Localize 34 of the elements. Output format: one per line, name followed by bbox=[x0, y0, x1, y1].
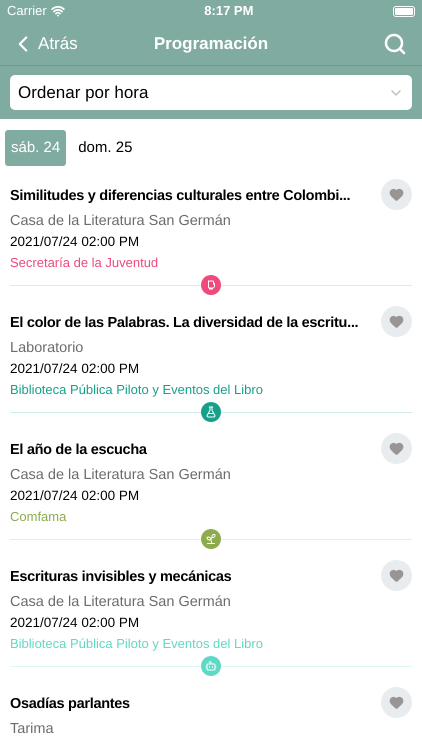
sort-dropdown[interactable]: Ordenar por hora bbox=[10, 75, 412, 110]
event-date: 2021/07/24 02:00 PM bbox=[10, 233, 140, 251]
event-organizer: Comfama bbox=[10, 508, 66, 526]
event-title[interactable]: El color de las Palabras. La diversidad de la escritu... bbox=[10, 312, 358, 334]
sprout-icon bbox=[205, 533, 217, 545]
event-organizer: Biblioteca Pública Piloto y Eventos del Libro bbox=[10, 381, 263, 399]
event-date: 2021/07/24 02:00 PM bbox=[10, 360, 140, 378]
favorite-button[interactable] bbox=[381, 306, 412, 337]
event-date: 2021/07/24 02:00 PM bbox=[10, 614, 140, 632]
battery-icon bbox=[393, 6, 415, 16]
event-venue: Casa de la Literatura San Germán bbox=[10, 212, 231, 231]
flask-icon bbox=[205, 406, 217, 418]
robot-icon bbox=[205, 660, 217, 672]
event-venue: Laboratorio bbox=[10, 339, 84, 358]
event-title[interactable]: Similitudes y diferencias culturales entre Colombi... bbox=[10, 185, 350, 207]
favorite-button[interactable] bbox=[381, 687, 412, 718]
search-icon[interactable] bbox=[383, 32, 407, 56]
event-organizer: Secretaría de la Juventud bbox=[10, 254, 158, 272]
favorite-button[interactable] bbox=[381, 433, 412, 464]
wifi-icon bbox=[50, 4, 65, 18]
event-date: 2021/07/24 02:00 PM bbox=[10, 487, 140, 505]
page-title: Programación bbox=[154, 32, 268, 55]
status-time: 8:17 PM bbox=[204, 2, 254, 20]
event-organizer: Biblioteca Pública Piloto y Eventos del Libro bbox=[10, 635, 263, 653]
event-venue: Casa de la Literatura San Germán bbox=[10, 466, 231, 485]
carrier-label: Carrier bbox=[7, 2, 47, 20]
event-title[interactable]: El año de la escucha bbox=[10, 439, 147, 461]
favorite-button[interactable] bbox=[381, 560, 412, 591]
favorite-button[interactable] bbox=[381, 179, 412, 210]
event-title[interactable]: Osadías parlantes bbox=[10, 693, 130, 715]
event-title[interactable]: Escrituras invisibles y mecánicas bbox=[10, 566, 232, 588]
day-tab[interactable]: dom. 25 bbox=[76, 130, 134, 166]
event-venue: Tarima bbox=[10, 720, 54, 739]
event-venue: Casa de la Literatura San Germán bbox=[10, 593, 231, 612]
